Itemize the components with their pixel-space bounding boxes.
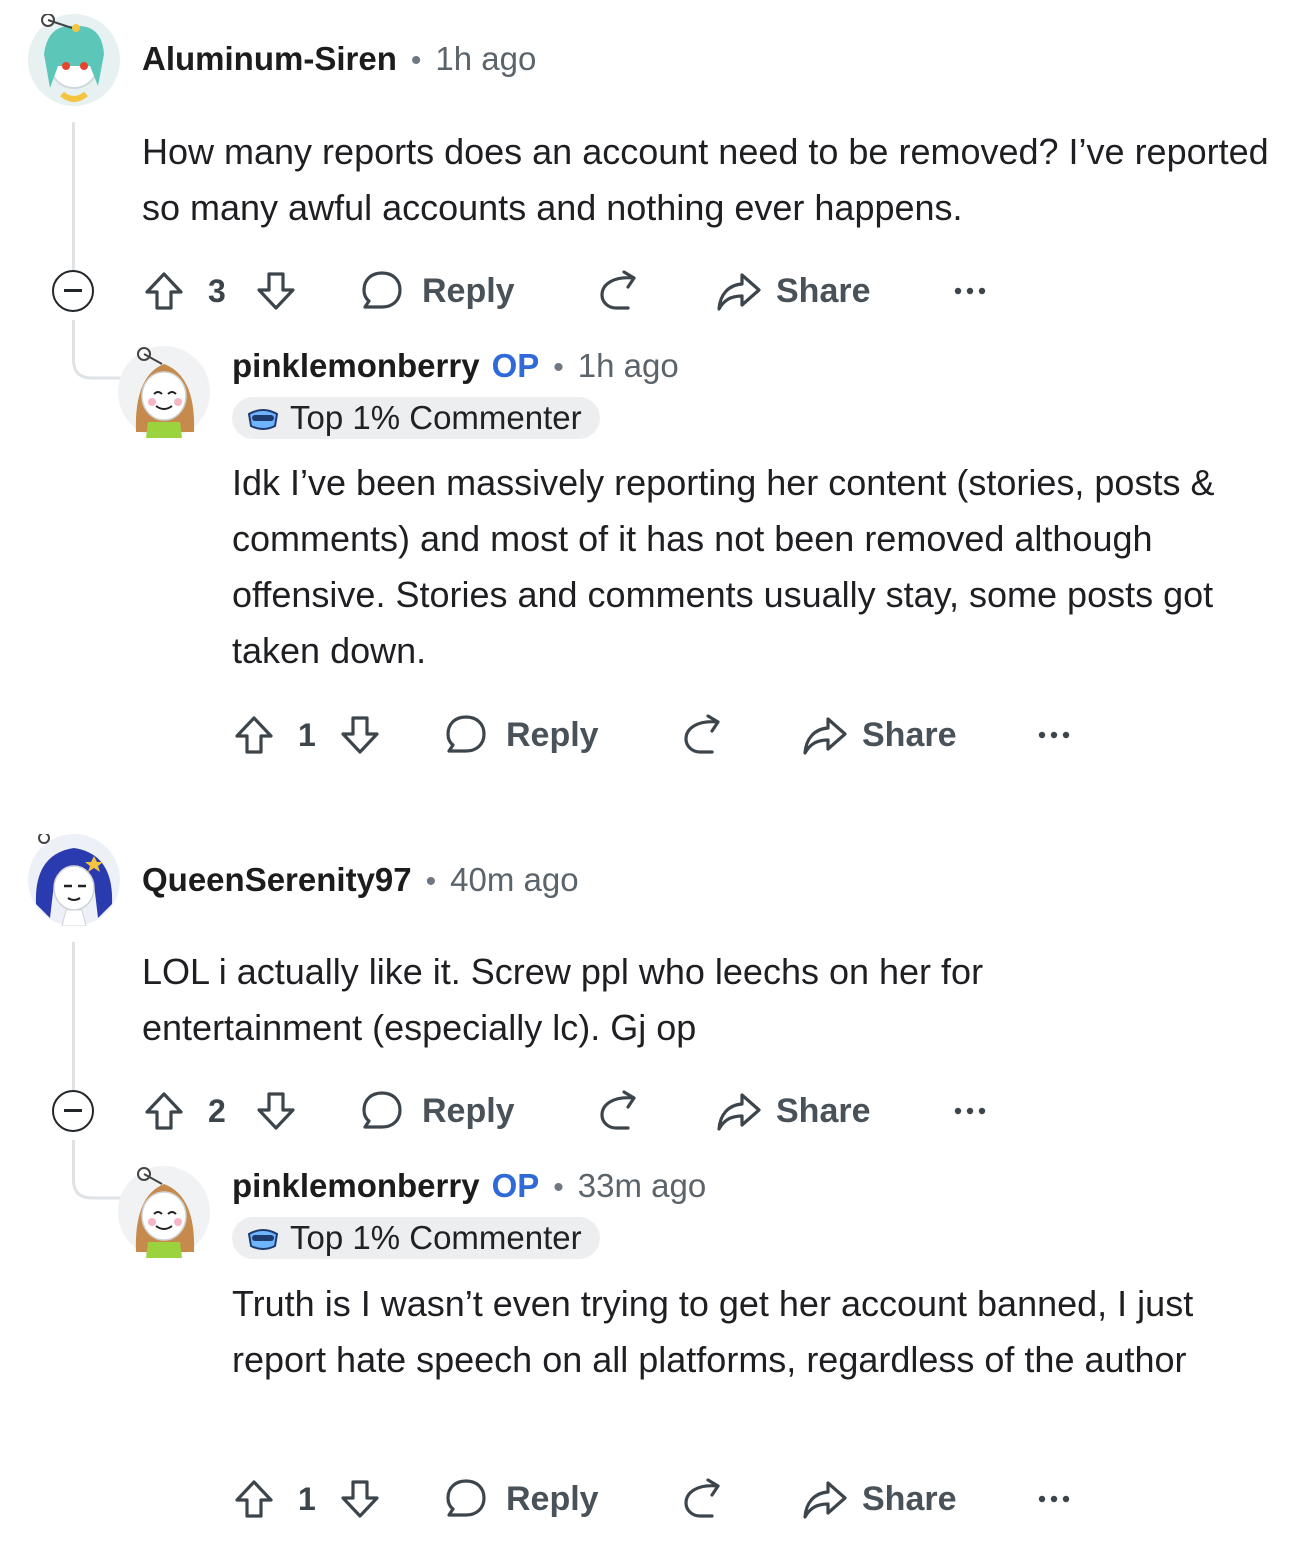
upvote-icon (145, 272, 183, 310)
comment-body: Truth is I wasn’t even trying to get her… (232, 1283, 1194, 1380)
award-button[interactable] (594, 1083, 640, 1139)
upvote-button[interactable] (142, 263, 186, 319)
more-icon (954, 287, 986, 295)
award-icon (684, 1478, 720, 1518)
vote-count: 3 (208, 272, 226, 309)
comment-actions: 2 Reply Share (142, 1083, 1042, 1139)
avatar-pinklemonberry-image (118, 346, 210, 438)
separator-dot: • (410, 44, 422, 77)
more-options-button[interactable] (1038, 1471, 1070, 1527)
downvote-icon (257, 272, 295, 310)
reply-actions: 1 Reply Share (232, 1471, 1132, 1527)
thread-line[interactable] (72, 122, 75, 270)
award-button[interactable] (678, 1471, 724, 1527)
share-icon (717, 1093, 761, 1131)
downvote-icon (257, 1092, 295, 1130)
share-button[interactable]: Share (802, 1471, 957, 1527)
upvote-icon (235, 716, 273, 754)
comment-header: QueenSerenity97 • 40m ago (142, 861, 579, 899)
reply-button[interactable]: Reply (444, 707, 599, 763)
reply-header: pinklemonberry OP • 33m ago (232, 1167, 706, 1205)
avatar[interactable] (28, 832, 120, 927)
separator-dot: • (553, 351, 564, 384)
timestamp: 33m ago (577, 1167, 707, 1204)
reply-header: pinklemonberry OP • 1h ago (232, 347, 679, 385)
share-icon (717, 273, 761, 311)
comment-body: Idk I’ve been massively reporting her co… (232, 462, 1215, 671)
comment-icon (362, 1091, 402, 1129)
comment-icon (362, 271, 402, 309)
reply-button[interactable]: Reply (360, 263, 515, 319)
username[interactable]: pinklemonberry (232, 1167, 480, 1205)
commenter-badge-icon (247, 1229, 279, 1250)
username[interactable]: pinklemonberry (232, 347, 480, 385)
more-icon (1038, 1495, 1070, 1503)
share-button[interactable]: Share (802, 707, 957, 763)
vote-count: 1 (298, 716, 316, 753)
user-flair: Top 1% Commenter (232, 397, 600, 439)
avatar[interactable] (28, 13, 120, 106)
username[interactable]: Aluminum-Siren (142, 40, 397, 78)
downvote-button[interactable] (338, 707, 382, 763)
upvote-icon (145, 1092, 183, 1130)
award-icon (600, 270, 636, 310)
upvote-button[interactable] (142, 1083, 186, 1139)
share-icon (803, 1481, 847, 1519)
separator-dot: • (425, 865, 437, 898)
vote-count: 2 (208, 1092, 226, 1129)
downvote-icon (341, 716, 379, 754)
downvote-button[interactable] (254, 1083, 298, 1139)
upvote-button[interactable] (232, 1471, 276, 1527)
separator-dot: • (553, 1171, 564, 1204)
award-icon (684, 714, 720, 754)
commenter-badge-icon (247, 409, 279, 430)
collapse-icon[interactable] (52, 270, 94, 312)
reply-actions: 1 Reply Share (232, 707, 1132, 763)
comment-icon (446, 1479, 486, 1517)
more-icon (1038, 731, 1070, 739)
downvote-button[interactable] (338, 1471, 382, 1527)
op-badge: OP (491, 347, 540, 384)
upvote-icon (235, 1480, 273, 1518)
avatar-pinklemonberry-image (118, 1166, 210, 1258)
timestamp: 1h ago (435, 40, 537, 77)
comment-body: LOL i actually like it. Screw ppl who le… (142, 951, 984, 1048)
user-flair: Top 1% Commenter (232, 1217, 600, 1259)
more-options-button[interactable] (954, 263, 986, 319)
share-button[interactable]: Share (716, 1083, 871, 1139)
upvote-button[interactable] (232, 707, 276, 763)
avatar-queenserenity97-image (28, 832, 120, 927)
timestamp: 1h ago (577, 347, 679, 384)
collapse-icon[interactable] (52, 1090, 94, 1132)
thread-line[interactable] (72, 942, 75, 1090)
downvote-button[interactable] (254, 263, 298, 319)
timestamp: 40m ago (450, 861, 579, 898)
more-options-button[interactable] (954, 1083, 986, 1139)
reply-button[interactable]: Reply (444, 1471, 599, 1527)
avatar[interactable] (118, 1166, 210, 1258)
vote-count: 1 (298, 1480, 316, 1517)
comment-icon (446, 715, 486, 753)
reply-button[interactable]: Reply (360, 1083, 515, 1139)
award-button[interactable] (678, 707, 724, 763)
username[interactable]: QueenSerenity97 (142, 861, 412, 899)
comment-header: Aluminum-Siren • 1h ago (142, 40, 536, 78)
more-options-button[interactable] (1038, 707, 1070, 763)
avatar[interactable] (118, 346, 210, 438)
award-button[interactable] (594, 263, 640, 319)
avatar-aluminum-siren-image (28, 13, 120, 106)
more-icon (954, 1107, 986, 1115)
share-icon (803, 717, 847, 755)
award-icon (600, 1090, 636, 1130)
share-button[interactable]: Share (716, 263, 871, 319)
op-badge: OP (491, 1167, 540, 1204)
comment-actions: 3 Reply Share (142, 263, 1042, 319)
downvote-icon (341, 1480, 379, 1518)
comment-body: How many reports does an account need to… (142, 131, 1269, 228)
